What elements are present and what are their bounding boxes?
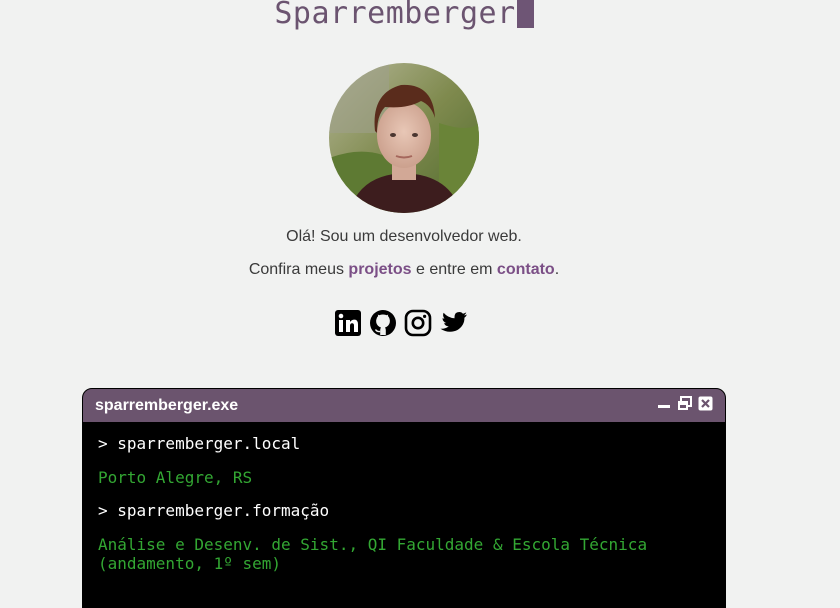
restore-icon[interactable] [677, 395, 692, 416]
cta-suffix: . [554, 261, 560, 278]
terminal-command: > sparremberger.local [98, 434, 301, 453]
instagram-icon[interactable] [404, 309, 432, 337]
terminal-title: sparremberger.exe [95, 396, 239, 414]
github-icon[interactable] [369, 309, 397, 337]
projects-link[interactable]: projetos [348, 261, 411, 278]
terminal-command: > sparremberger.formação [98, 501, 330, 520]
contact-link[interactable]: contato [497, 261, 555, 278]
terminal-titlebar[interactable]: sparremberger.exe [83, 389, 725, 422]
twitter-icon[interactable] [439, 309, 467, 337]
window-controls [657, 395, 713, 416]
social-links [334, 309, 474, 339]
cta-middle: e entre em [411, 261, 497, 278]
linkedin-icon[interactable] [334, 309, 362, 337]
minimize-icon[interactable] [657, 396, 671, 415]
greeting-text: Olá! Sou um desenvolvedor web. [286, 228, 522, 245]
site-title: Sparremberger [0, 0, 808, 31]
terminal-output: Porto Alegre, RS [98, 468, 253, 487]
text-cursor [516, 0, 534, 28]
close-icon[interactable] [698, 396, 713, 416]
avatar [329, 63, 479, 213]
site-title-text: Sparremberger [274, 0, 516, 31]
cta-prefix: Confira meus [248, 261, 349, 278]
terminal-window: sparremberger.exe > sparremberger.local … [82, 388, 726, 608]
cta-text: Confira meus projetos e entre em contato… [0, 261, 808, 279]
terminal-body: > sparremberger.local Porto Alegre, RS >… [83, 422, 725, 573]
terminal-output: Análise e Desenv. de Sist., QI Faculdade… [98, 535, 648, 573]
